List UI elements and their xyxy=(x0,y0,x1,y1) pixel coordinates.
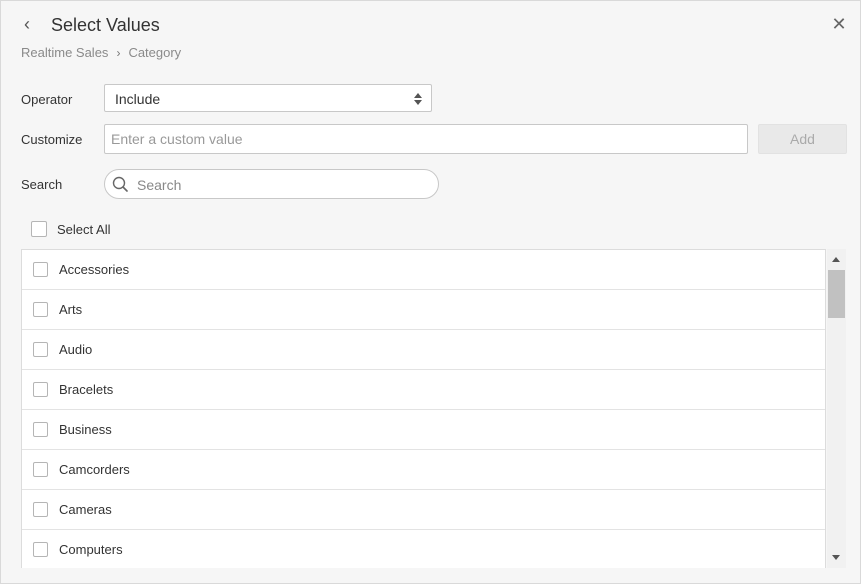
scrollbar-thumb[interactable] xyxy=(828,270,845,318)
breadcrumb-item-field: Category xyxy=(128,45,182,60)
select-values-panel: ‹ Select Values ✕ Realtime Sales › Categ… xyxy=(0,0,861,584)
list-item[interactable]: Accessories xyxy=(22,250,825,290)
list-item-checkbox[interactable] xyxy=(33,262,48,277)
list-item-label: Audio xyxy=(59,342,93,357)
add-button[interactable]: Add xyxy=(758,124,847,154)
select-all-checkbox[interactable] xyxy=(31,221,47,237)
list-item-checkbox[interactable] xyxy=(33,542,48,557)
list-item-label: Computers xyxy=(59,542,123,557)
list-item-label: Business xyxy=(59,422,112,437)
search-box[interactable] xyxy=(104,169,439,199)
scroll-down-arrow-icon[interactable] xyxy=(832,555,840,560)
search-icon xyxy=(112,176,128,192)
list-item-label: Bracelets xyxy=(59,382,114,397)
list-item-label: Camcorders xyxy=(59,462,130,477)
sort-arrows-icon xyxy=(414,93,422,105)
list-item[interactable]: Arts xyxy=(22,290,825,330)
custom-value-input[interactable] xyxy=(104,124,748,154)
list-item[interactable]: Bracelets xyxy=(22,370,825,410)
list-item[interactable]: Camcorders xyxy=(22,450,825,490)
breadcrumb: Realtime Sales › Category xyxy=(21,45,181,61)
list-item[interactable]: Business xyxy=(22,410,825,450)
operator-select[interactable]: Include xyxy=(104,84,432,112)
values-list: Accessories Arts Audio Bracelets Busines… xyxy=(21,249,826,568)
list-item-label: Arts xyxy=(59,302,83,317)
search-input[interactable] xyxy=(135,174,429,196)
list-item-checkbox[interactable] xyxy=(33,342,48,357)
list-item-checkbox[interactable] xyxy=(33,502,48,517)
list-scrollbar[interactable] xyxy=(827,249,846,568)
select-all-label: Select All xyxy=(57,221,111,237)
operator-label: Operator xyxy=(21,92,73,107)
list-item-checkbox[interactable] xyxy=(33,382,48,397)
list-item-checkbox[interactable] xyxy=(33,302,48,317)
list-item-label: Cameras xyxy=(59,502,112,517)
list-item-label: Accessories xyxy=(59,262,130,277)
scroll-up-arrow-icon[interactable] xyxy=(832,257,840,262)
list-item-checkbox[interactable] xyxy=(33,422,48,437)
customize-label: Customize xyxy=(21,132,83,147)
back-button[interactable]: ‹ xyxy=(19,14,35,34)
search-label: Search xyxy=(21,177,63,192)
list-item-checkbox[interactable] xyxy=(33,462,48,477)
chevron-left-icon: ‹ xyxy=(24,14,30,34)
chevron-right-icon: › xyxy=(116,46,121,60)
select-all-option[interactable]: Select All xyxy=(31,221,110,237)
list-item[interactable]: Cameras xyxy=(22,490,825,530)
operator-value: Include xyxy=(115,91,161,107)
list-item[interactable]: Audio xyxy=(22,330,825,370)
breadcrumb-item-source[interactable]: Realtime Sales xyxy=(21,45,108,61)
list-item[interactable]: Computers xyxy=(22,530,825,568)
panel-title: Select Values xyxy=(51,15,160,35)
close-icon: ✕ xyxy=(831,14,847,34)
close-button[interactable]: ✕ xyxy=(830,13,848,35)
